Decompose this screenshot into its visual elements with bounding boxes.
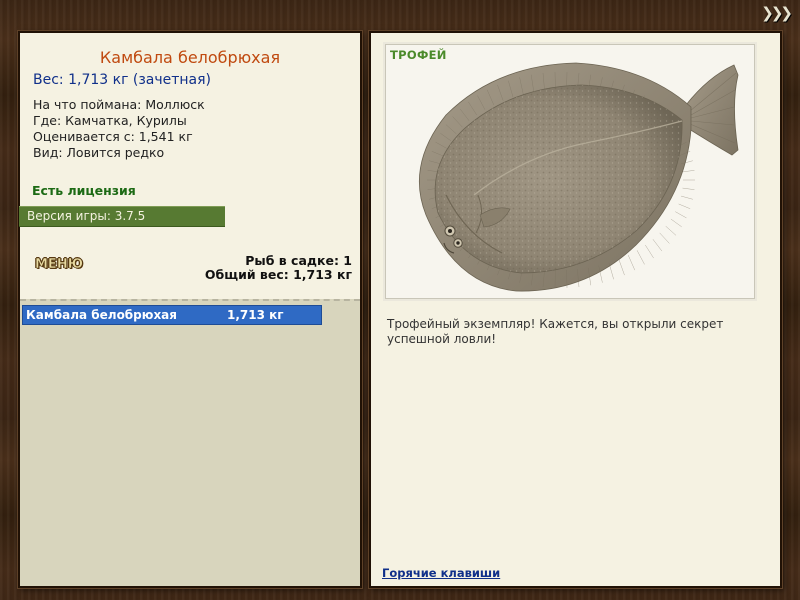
fin-ray <box>659 232 670 244</box>
valued-from-info: Оценивается с: 1,541 кг <box>33 129 193 144</box>
fish-weight: Вес: 1,713 кг (зачетная) <box>33 72 212 88</box>
fish-image-frame: ТРОФЕЙ <box>385 44 755 299</box>
catch-list-item[interactable]: Камбала белобрюхая 1,713 кг <box>22 305 322 325</box>
bait-info: На что поймана: Моллюск <box>33 97 205 112</box>
catch-item-weight: 1,713 кг <box>227 308 284 322</box>
hotkeys-link[interactable]: Горячие клавиши <box>382 566 500 580</box>
trophy-label: ТРОФЕЙ <box>390 48 447 62</box>
next-chevrons-icon[interactable]: ❯❯❯ <box>761 4 793 22</box>
rarity-info: Вид: Ловится редко <box>33 145 165 160</box>
trophy-panel: ТРОФЕЙ Трофейный экземпляр! Кажется, вы … <box>369 31 782 588</box>
total-weight: Общий вес: 1,713 кг <box>204 267 352 282</box>
fish-count: Рыб в садке: 1 <box>245 253 352 268</box>
fin-ray <box>682 187 695 190</box>
fish-info-panel: Камбала белобрюхая Вес: 1,713 кг (зачетн… <box>18 31 362 588</box>
fin-ray <box>682 170 695 173</box>
fin-ray <box>680 195 693 200</box>
fin-ray <box>675 211 687 219</box>
fin-ray <box>627 255 636 271</box>
game-version-bar: Версия игры: 3.7.5 <box>19 206 225 227</box>
fin-ray <box>670 218 682 228</box>
fish-title: Камбала белобрюхая <box>99 48 281 67</box>
location-info: Где: Камчатка, Курилы <box>33 113 187 128</box>
fin-ray <box>678 203 691 209</box>
trophy-description: Трофейный экземпляр! Кажется, вы открыли… <box>387 317 724 346</box>
fin-ray <box>645 244 654 259</box>
catch-list: Камбала белобрюхая 1,713 кг <box>20 299 360 586</box>
fin-ray <box>636 250 645 265</box>
fin-ray <box>665 225 677 236</box>
menu-button[interactable]: МЕНЮ <box>35 257 83 273</box>
license-status: Есть лицензия <box>32 183 136 198</box>
fin-ray <box>652 239 663 252</box>
fin-ray <box>618 259 625 276</box>
catch-item-name: Камбала белобрюхая <box>26 308 177 322</box>
flounder-image <box>418 62 739 292</box>
